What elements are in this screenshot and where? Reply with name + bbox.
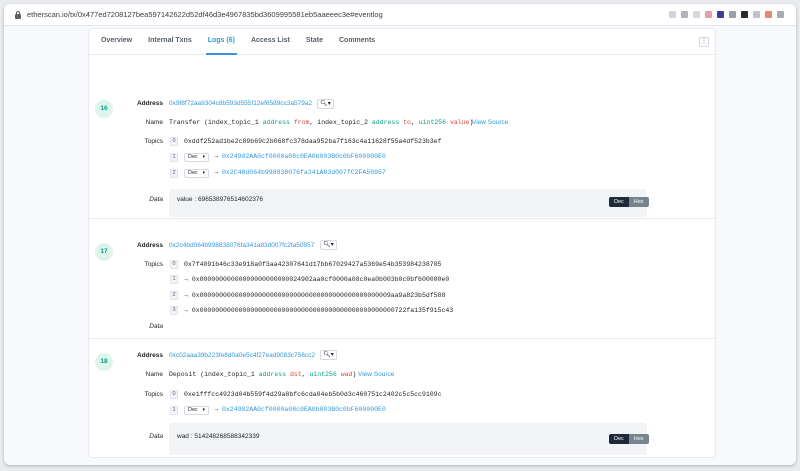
topic-index: 0 <box>170 137 178 146</box>
extension-icon[interactable] <box>753 11 760 18</box>
extension-icon[interactable] <box>693 11 700 18</box>
extension-icon[interactable] <box>681 11 688 18</box>
log-entry: 16 Address 0x9f8f72aa9304c8b593d555f12ef… <box>89 56 715 219</box>
topic-address-link[interactable]: 0x24902AA0cf0000a08c0EA0b003B0c0bF600000… <box>222 406 386 413</box>
extension-icon[interactable] <box>729 11 736 18</box>
topic-format-select[interactable]: Dec ▾ <box>184 169 209 178</box>
log-address-link[interactable]: 0xc02aaa39b223fe8d0a0e5c4f27ead9083c756c… <box>169 352 315 359</box>
extension-icon[interactable] <box>741 11 748 18</box>
topics-label: Topics <box>144 261 163 268</box>
topic-value: 0x7f4091b46c33e918a0f3aa42307641d17bb670… <box>184 261 442 268</box>
name-label: Name <box>145 371 163 378</box>
log-address-link[interactable]: 0x9f8f72aa9304c8b593d555f12ef6589cc3a579… <box>169 100 312 107</box>
data-box: value : 696538976514602376 Dec Hex <box>169 189 649 217</box>
magnifier-icon: 🔍︎▾ <box>323 352 334 358</box>
arrow-icon: → <box>213 153 220 160</box>
topics-label: Topics <box>144 391 163 398</box>
zoom-button[interactable]: 🔍︎▾ <box>320 350 337 360</box>
tab-bar: Overview Internal Txns Logs (6) Access L… <box>89 29 715 55</box>
tab-comments[interactable]: Comments <box>331 29 383 54</box>
magnifier-icon: 🔍︎▾ <box>323 242 334 248</box>
dec-button[interactable]: Dec <box>609 197 629 207</box>
data-label: Data <box>149 433 163 440</box>
topic-format-select[interactable]: Dec ▾ <box>184 153 209 162</box>
more-options-icon[interactable]: ⋮ <box>699 37 709 47</box>
extension-icon[interactable] <box>777 11 784 18</box>
topic-index: 1 <box>170 275 178 284</box>
address-label: Address <box>136 242 163 249</box>
browser-window: etherscan.io/tx/0x477ed7208127bea5971426… <box>4 4 796 465</box>
topics-label: Topics <box>144 138 163 145</box>
tab-logs[interactable]: Logs (6) <box>200 29 243 55</box>
tab-access-list[interactable]: Access List <box>243 29 298 54</box>
hex-button[interactable]: Hex <box>628 434 649 444</box>
chevron-down-icon: ▾ <box>202 407 205 413</box>
data-label: Data <box>149 196 163 203</box>
lock-icon <box>15 11 21 19</box>
data-row: value : 696538976514602376 <box>177 196 264 203</box>
zoom-button[interactable]: 🔍︎▾ <box>317 99 334 109</box>
log-entry: 17 Address 0x2c4bd064b998838076fa341a83d… <box>89 219 715 339</box>
topic-index: 3 <box>170 306 178 315</box>
dec-button[interactable]: Dec <box>609 434 629 444</box>
data-label: Data <box>149 323 163 330</box>
extension-icon[interactable] <box>669 11 676 18</box>
address-label: Address <box>136 100 163 107</box>
extension-icon[interactable] <box>717 11 724 18</box>
transaction-card: Overview Internal Txns Logs (6) Access L… <box>88 28 716 458</box>
arrow-icon: → <box>213 169 220 176</box>
log-entry: 18 Address 0xc02aaa39b223fe8d0a0e5c4f27e… <box>89 339 715 457</box>
data-row: wad : 514248268588342339 <box>177 433 260 440</box>
tab-internal-txns[interactable]: Internal Txns <box>140 29 200 54</box>
chevron-down-icon: ▾ <box>202 154 205 160</box>
topic-index: 1 <box>170 153 178 162</box>
arrow-icon: → <box>213 406 220 413</box>
topic-value: 0xe1fffcc4923d04b559f4d29a8bfc6cda04eb5b… <box>184 391 442 398</box>
topic-address-link[interactable]: 0x2C48d064b998838076fa341A83d007fC2FA509… <box>222 169 386 176</box>
topic-address-link[interactable]: 0x24902AA0cf0000a08c0EA0b003B0c0bF600000… <box>222 153 386 160</box>
extension-icon[interactable] <box>705 11 712 18</box>
data-box: wad : 514248268588342339 Dec Hex <box>169 423 649 455</box>
hex-button[interactable]: Hex <box>628 197 649 207</box>
topic-format-select[interactable]: Dec ▾ <box>184 406 209 415</box>
address-bar[interactable]: etherscan.io/tx/0x477ed7208127bea5971426… <box>4 4 796 26</box>
topic-index: 0 <box>170 390 178 399</box>
topic-index: 1 <box>170 406 178 415</box>
url-text: etherscan.io/tx/0x477ed7208127bea5971426… <box>27 10 383 19</box>
address-label: Address <box>136 352 163 359</box>
chevron-down-icon: ▾ <box>202 170 205 176</box>
zoom-button[interactable]: 🔍︎▾ <box>320 240 337 250</box>
dec-hex-toggle: Dec Hex <box>609 197 649 207</box>
magnifier-icon: 🔍︎▾ <box>320 101 331 107</box>
extension-icons <box>669 11 784 18</box>
topic-value: 0xddf252ad1be2c89b69c2b068fc378daa952ba7… <box>184 138 442 145</box>
event-signature: Transfer (index_topic_1 address from, in… <box>169 119 474 126</box>
event-signature: Deposit (index_topic_1 address dst, uint… <box>169 371 357 378</box>
extension-icon[interactable] <box>765 11 772 18</box>
log-address-link[interactable]: 0x2c4bd064b998838076fa341a83d007fc2fa509… <box>169 242 314 249</box>
name-label: Name <box>145 119 163 126</box>
topic-index: 0 <box>170 260 178 269</box>
topic-index: 2 <box>170 169 178 178</box>
view-source-link[interactable]: View Source <box>358 371 394 378</box>
dec-hex-toggle: Dec Hex <box>609 434 649 444</box>
topic-value: → 0x00000000000000000000000024902aa0cf00… <box>184 276 450 283</box>
tab-overview[interactable]: Overview <box>93 29 140 54</box>
view-source-link[interactable]: View Source <box>472 119 508 126</box>
topic-value: → 0x000000000000000000000000000000000000… <box>184 292 446 299</box>
tab-state[interactable]: State <box>298 29 331 54</box>
topic-index: 2 <box>170 291 178 300</box>
topic-value: → 0x000000000000000000000000000000000000… <box>184 307 454 314</box>
